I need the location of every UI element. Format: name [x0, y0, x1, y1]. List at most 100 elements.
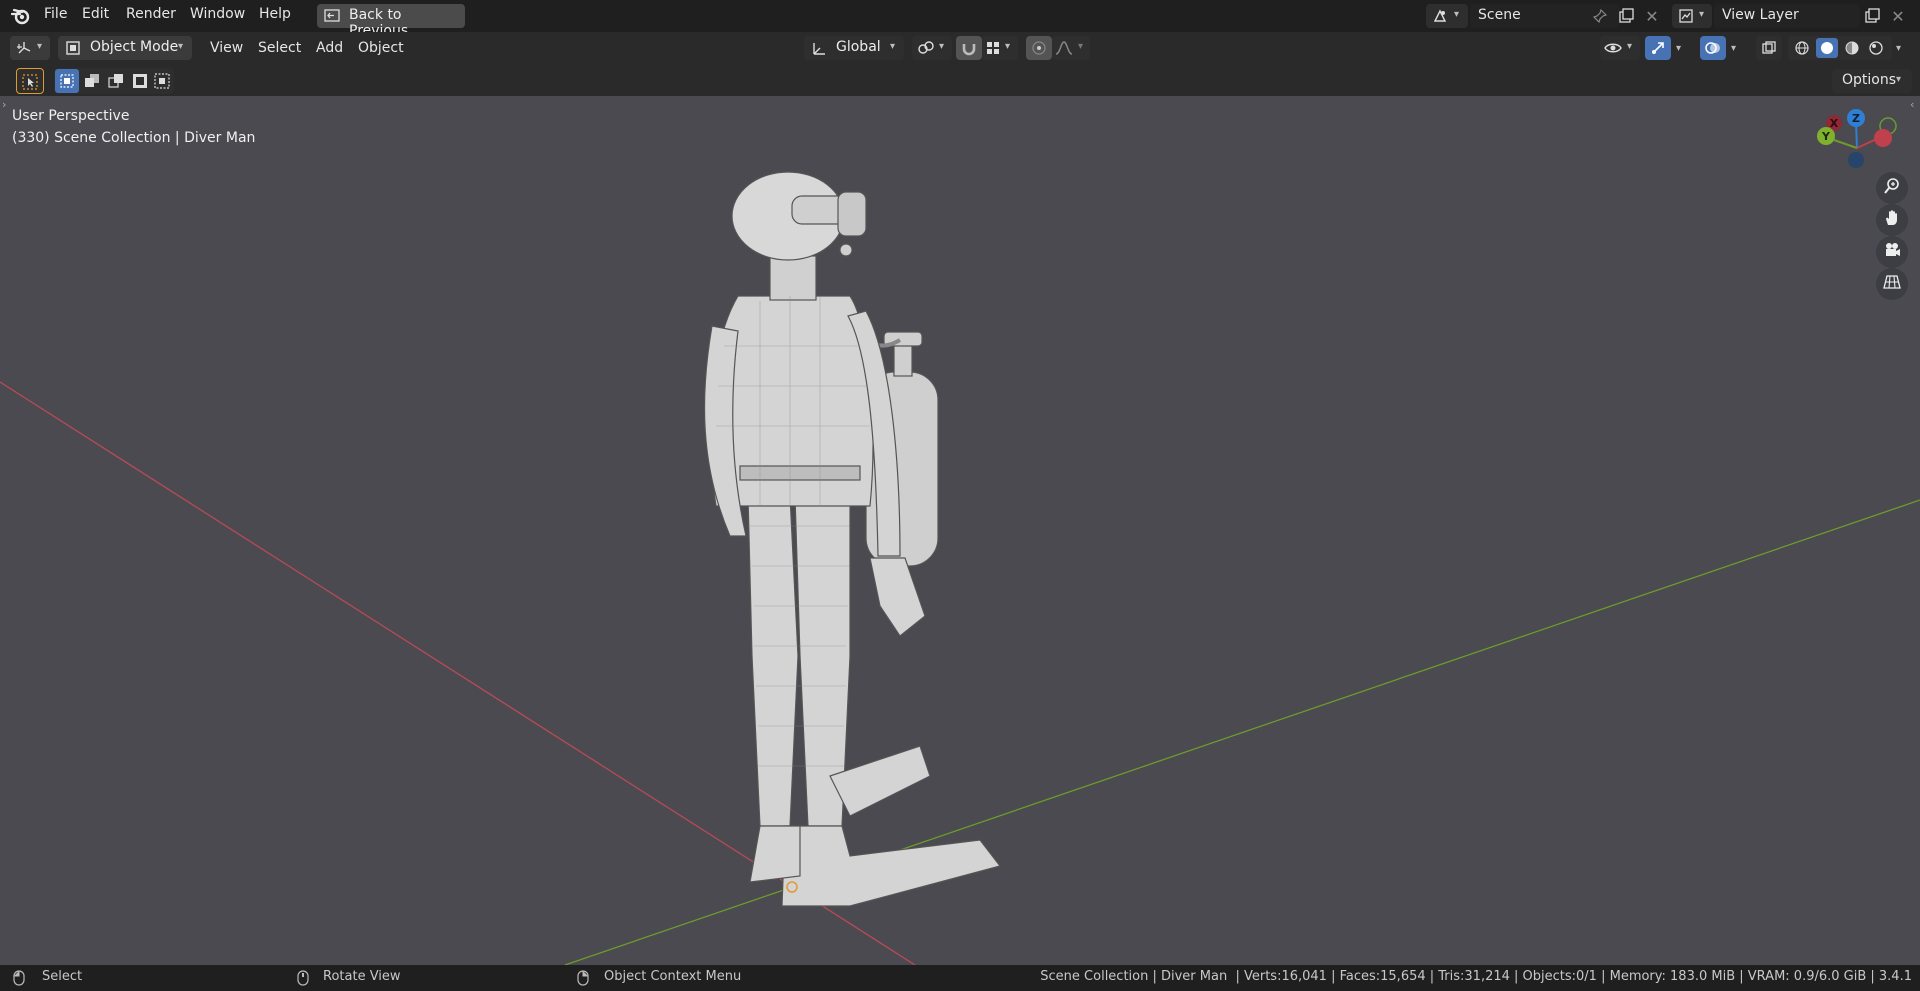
pivot-icon: [916, 39, 936, 57]
back-to-previous-button[interactable]: Back to Previous: [317, 4, 465, 39]
select-invert-icon[interactable]: [128, 69, 152, 93]
solid-shading-icon[interactable]: [1816, 38, 1838, 58]
menu-window[interactable]: Window: [190, 6, 245, 22]
transform-orientation-dropdown[interactable]: Global ▾: [804, 36, 904, 60]
gizmo-toggle[interactable]: [1645, 36, 1671, 60]
status-select: Select: [42, 969, 83, 984]
status-scene-stats: Scene Collection | Diver Man | Verts:16,…: [1040, 969, 1912, 984]
editor-type-dropdown[interactable]: ▾: [10, 36, 50, 60]
chevron-down-icon: ▾: [1078, 41, 1084, 52]
orientation-icon: [810, 39, 828, 57]
active-tool-button[interactable]: [16, 68, 44, 94]
menu-render[interactable]: Render: [126, 6, 176, 22]
remove-scene-icon[interactable]: ✕: [1642, 6, 1662, 26]
scene-name: Scene: [1478, 7, 1521, 23]
view-layer-name-field[interactable]: View Layer: [1714, 4, 1860, 28]
falloff-dropdown[interactable]: ▾: [1052, 36, 1090, 60]
viewport-scene: [0, 171, 1920, 965]
chevron-down-icon: ▾: [37, 41, 43, 52]
chevron-down-icon: ▾: [1454, 9, 1460, 20]
snap-target-dropdown[interactable]: ▾: [982, 36, 1018, 60]
scene-type-dropdown[interactable]: ▾: [1426, 4, 1468, 28]
status-context-menu: Object Context Menu: [604, 969, 742, 984]
menu-file[interactable]: File: [44, 6, 67, 22]
mouse-middle-icon: [296, 969, 310, 987]
overlays-toggle[interactable]: [1700, 36, 1726, 60]
top-bar: File Edit Render Window Help Back to Pre…: [0, 0, 1920, 39]
gizmo-options-chevron-icon[interactable]: ▾: [1676, 43, 1681, 54]
new-view-layer-icon[interactable]: [1862, 6, 1882, 26]
shading-mode-group: [1788, 36, 1892, 60]
magnet-icon: [960, 39, 978, 57]
rendered-shading-icon[interactable]: [1866, 39, 1886, 57]
menu-object[interactable]: Object: [358, 40, 404, 56]
camera-view-button[interactable]: [1876, 236, 1908, 268]
new-scene-icon[interactable]: [1616, 6, 1636, 26]
neg-z-ball: [1848, 152, 1864, 168]
overlays-icon: [1704, 39, 1722, 57]
options-dropdown[interactable]: Options ▾: [1832, 69, 1912, 93]
menu-select[interactable]: Select: [258, 40, 301, 56]
tool-settings-bar: Options ▾: [0, 64, 1920, 96]
remove-view-layer-icon[interactable]: ✕: [1888, 6, 1908, 26]
camera-icon: [1883, 241, 1901, 263]
diver-model: [703, 171, 1002, 907]
view-layer-name: View Layer: [1722, 7, 1799, 23]
viewport-header: ▾ Object Mode ▾ View Select Add Object G…: [0, 32, 1920, 64]
view-layer-type-dropdown[interactable]: ▾: [1672, 4, 1712, 28]
options-label: Options: [1842, 72, 1897, 88]
chevron-down-icon: ▾: [1627, 41, 1633, 52]
status-rotate-view: Rotate View: [323, 969, 401, 984]
mouse-left-icon: [12, 969, 26, 987]
pan-button[interactable]: [1876, 204, 1908, 236]
chevron-down-icon: ▾: [178, 41, 184, 52]
axis-view-icon: [14, 39, 34, 57]
selection-mode-group: [54, 68, 174, 94]
chevron-down-icon: ▾: [1005, 41, 1011, 52]
chevron-down-icon: ▾: [1896, 74, 1902, 85]
mode-label: Object Mode: [90, 39, 179, 55]
snap-toggle[interactable]: [956, 36, 982, 60]
overlays-options-chevron-icon[interactable]: ▾: [1731, 43, 1736, 54]
xray-toggle[interactable]: [1756, 36, 1782, 60]
pivot-point-dropdown[interactable]: ▾: [912, 36, 952, 60]
zoom-magnifier-icon: [1883, 177, 1901, 199]
back-screen-icon: [323, 8, 341, 24]
view-layer-icon: [1676, 7, 1696, 25]
mouse-right-icon: [576, 969, 590, 987]
wireframe-shading-icon[interactable]: [1792, 39, 1812, 57]
hand-icon: [1883, 209, 1901, 231]
chevron-down-icon: ▾: [890, 41, 896, 52]
collection-label: (330) Scene Collection | Diver Man: [12, 130, 256, 146]
menu-edit[interactable]: Edit: [82, 6, 109, 22]
menu-add[interactable]: Add: [316, 40, 343, 56]
snap-grid-icon: [984, 39, 1002, 57]
chevron-down-icon: ▾: [939, 41, 945, 52]
select-subtract-icon[interactable]: [104, 69, 128, 93]
select-intersect-icon[interactable]: [150, 69, 174, 93]
blender-logo-icon[interactable]: [10, 6, 32, 26]
menu-help[interactable]: Help: [259, 6, 291, 22]
status-bar: Select Rotate View Object Context Menu S…: [0, 965, 1920, 991]
zoom-button[interactable]: [1876, 172, 1908, 204]
proportional-circle-icon: [1030, 39, 1048, 57]
toolbar-expand-icon[interactable]: ›: [2, 98, 6, 111]
select-new-icon[interactable]: [55, 69, 79, 93]
pin-icon[interactable]: [1590, 6, 1610, 26]
material-preview-icon[interactable]: [1842, 39, 1862, 57]
orientation-label: Global: [836, 39, 881, 55]
y-axis-label: Y: [1821, 130, 1831, 143]
mode-dropdown[interactable]: Object Mode ▾: [58, 36, 192, 60]
perspective-label: User Perspective: [12, 108, 130, 124]
3d-viewport[interactable]: User Perspective (330) Scene Collection …: [0, 96, 1920, 965]
shading-options-chevron-icon[interactable]: ▾: [1896, 43, 1901, 54]
select-extend-icon[interactable]: [80, 69, 104, 93]
object-visibility-dropdown[interactable]: ▾: [1600, 36, 1640, 60]
falloff-curve-icon: [1054, 39, 1074, 57]
eye-icon: [1603, 39, 1623, 57]
menu-view[interactable]: View: [210, 40, 243, 56]
proportional-editing-toggle[interactable]: [1026, 36, 1052, 60]
z-axis-label: Z: [1852, 112, 1860, 125]
ortho-toggle-button[interactable]: [1876, 268, 1908, 300]
x-neg-ball: [1874, 129, 1892, 147]
